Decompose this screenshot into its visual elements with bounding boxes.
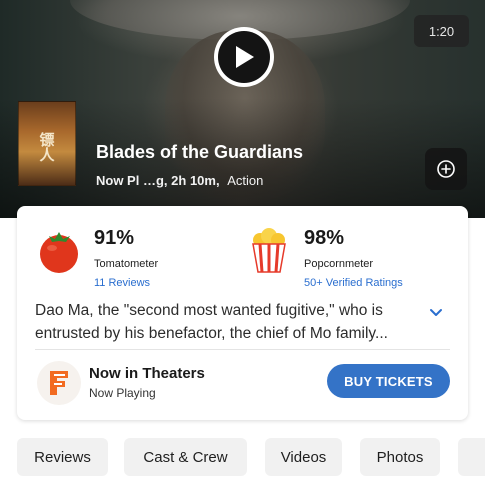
popcornmeter-ratings-link[interactable]: 50+ Verified Ratings bbox=[304, 277, 403, 289]
tab-cast-crew[interactable]: Cast & Crew bbox=[124, 438, 247, 476]
now-in-theaters-title: Now in Theaters bbox=[89, 365, 205, 382]
section-tabs: Reviews Cast & Crew Videos Photos bbox=[0, 438, 485, 476]
popcorn-icon bbox=[252, 228, 286, 273]
release-status-obscured: …g, bbox=[142, 173, 168, 188]
poster-title-text: 镖人 bbox=[37, 132, 56, 162]
movie-poster[interactable]: 镖人 bbox=[18, 101, 76, 186]
buy-tickets-button[interactable]: BUY TICKETS bbox=[327, 364, 450, 398]
release-status: Now Pl bbox=[96, 173, 140, 188]
popcornmeter-value: 98% bbox=[304, 227, 345, 249]
movie-synopsis[interactable]: Dao Ma, the "second most wanted fugitive… bbox=[35, 299, 413, 345]
tab-videos[interactable]: Videos bbox=[265, 438, 342, 476]
movie-info-card: 91% Tomatometer 11 Reviews 98% Popcornme… bbox=[17, 206, 468, 420]
video-duration-badge: 1:20 bbox=[414, 15, 469, 47]
movie-title: Blades of the Guardians bbox=[96, 142, 304, 162]
play-icon bbox=[236, 46, 254, 68]
now-playing-status: Now Playing bbox=[89, 386, 156, 400]
tomato-icon bbox=[40, 232, 78, 273]
tab-more[interactable] bbox=[458, 438, 485, 476]
movie-meta: Now Pl …g, 2h 10m, Action bbox=[96, 173, 263, 188]
trailer-hero[interactable]: 1:20 镖人 Blades of the Guardians Now Pl …… bbox=[0, 0, 485, 218]
tomatometer-value: 91% bbox=[94, 227, 135, 249]
movie-runtime: 2h 10m, bbox=[171, 173, 220, 188]
tab-reviews[interactable]: Reviews bbox=[17, 438, 108, 476]
tomatometer-label: Tomatometer bbox=[94, 258, 159, 270]
play-button[interactable] bbox=[214, 27, 274, 87]
add-to-watchlist-button[interactable] bbox=[425, 148, 467, 190]
tab-photos[interactable]: Photos bbox=[360, 438, 440, 476]
tomatometer-reviews-link[interactable]: 11 Reviews bbox=[94, 277, 150, 289]
movie-genre: Action bbox=[227, 173, 264, 188]
popcornmeter-label: Popcornmeter bbox=[304, 258, 374, 270]
add-circle-icon bbox=[437, 160, 455, 178]
chevron-down-icon[interactable] bbox=[427, 304, 445, 322]
card-divider bbox=[35, 349, 450, 350]
fandango-icon bbox=[37, 361, 81, 405]
